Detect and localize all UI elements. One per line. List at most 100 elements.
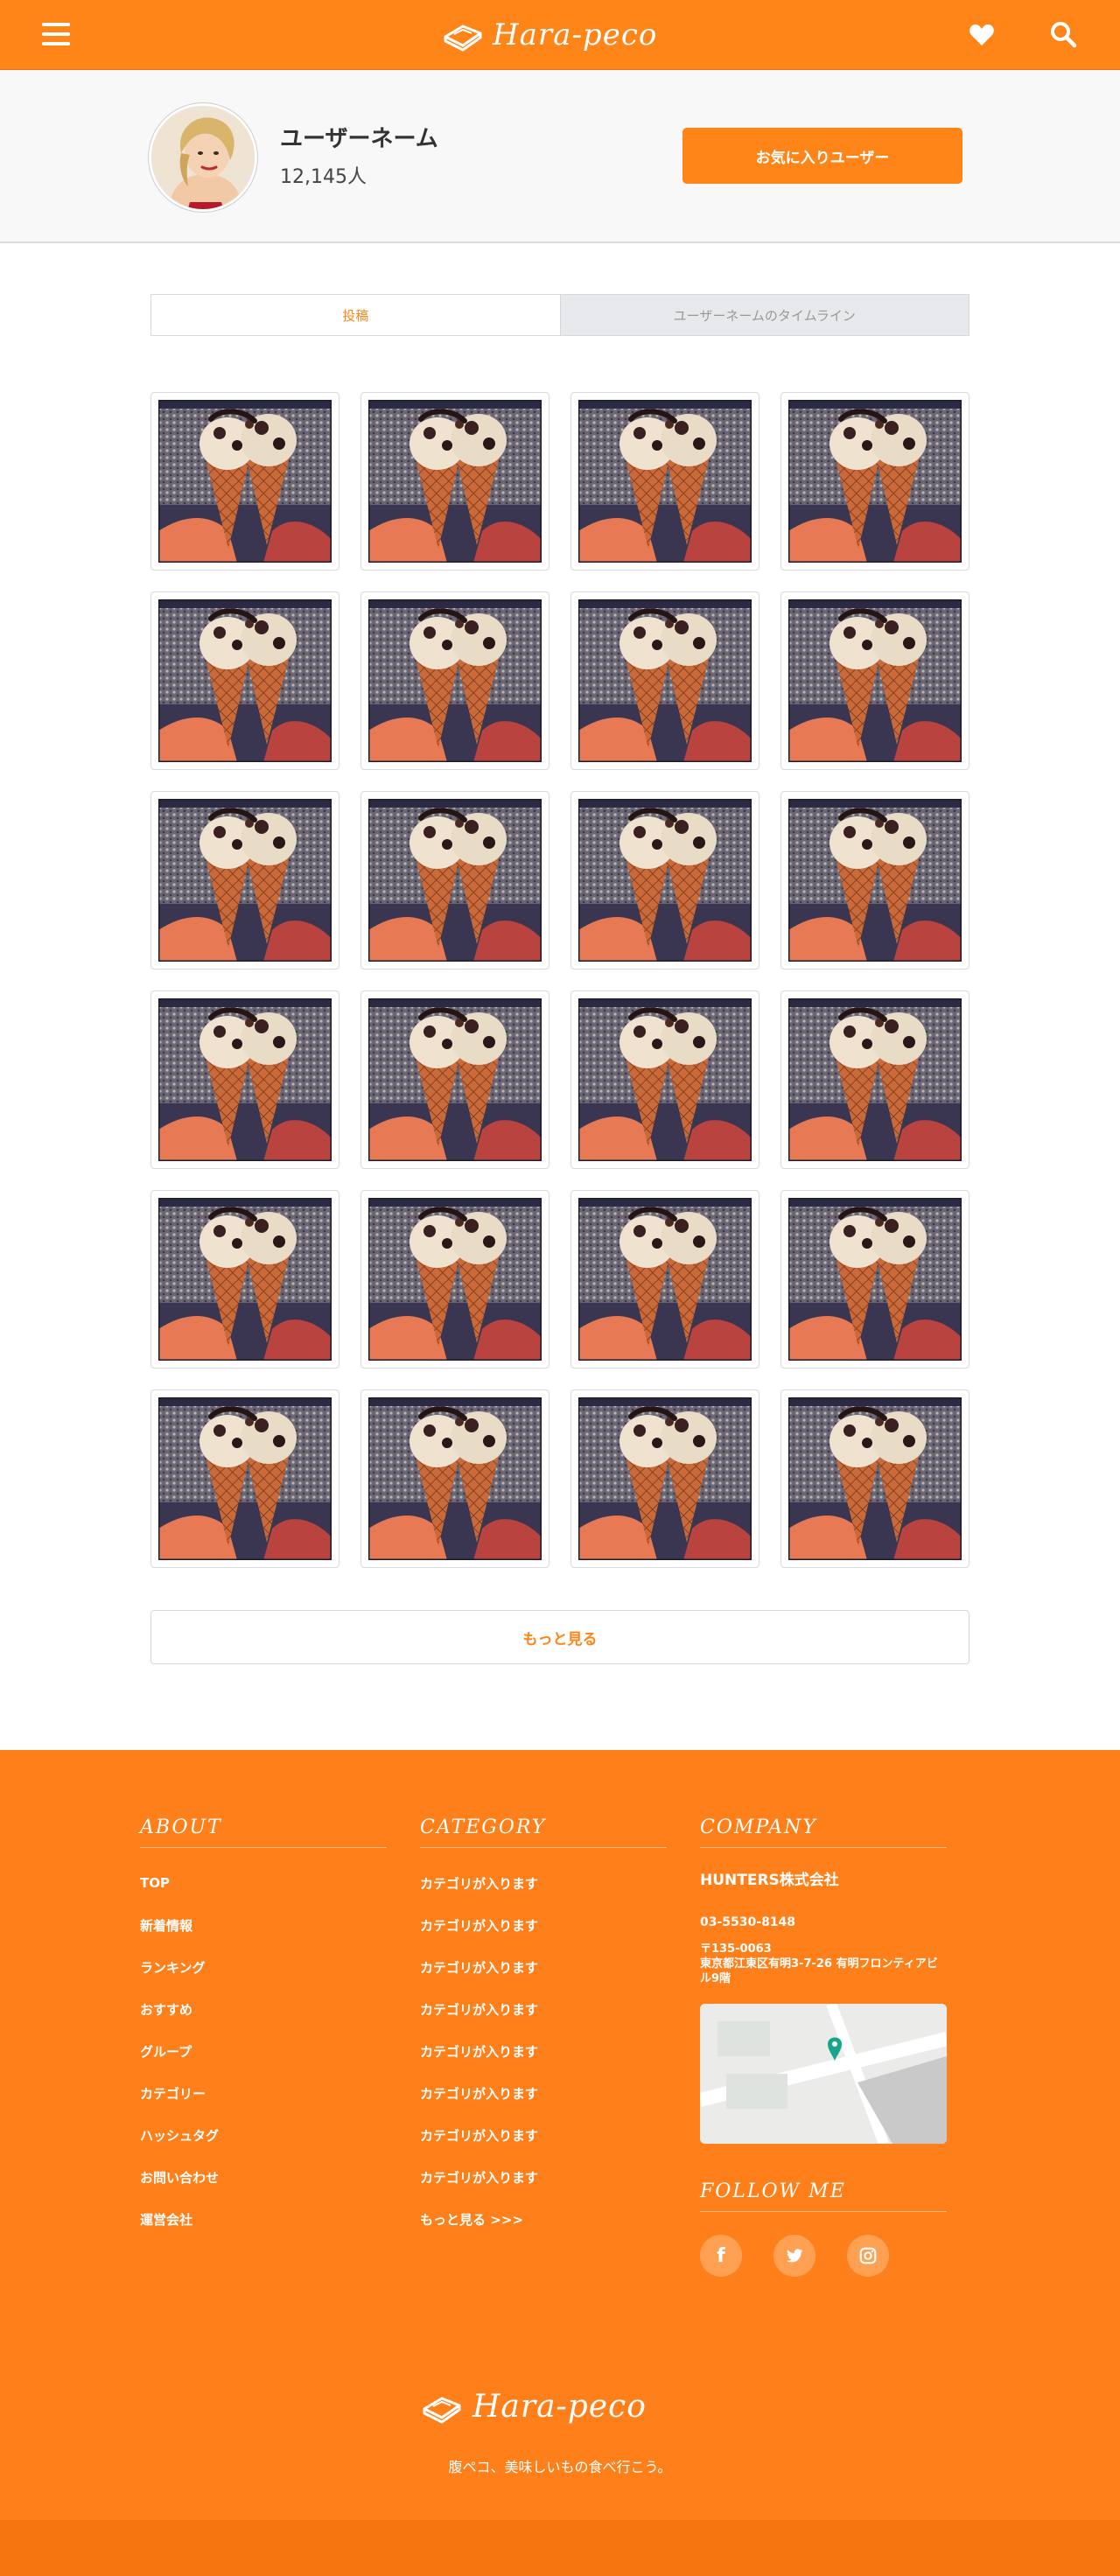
footer-about-title: ABOUT [140, 1816, 387, 1848]
twitter-icon[interactable] [774, 2235, 816, 2277]
footer-category-link[interactable]: もっと見る >>> [420, 2198, 667, 2240]
photo-tile[interactable] [570, 990, 760, 1169]
footer-company-title: COMPANY [700, 1816, 947, 1848]
ice-cream-photo [788, 1397, 962, 1560]
social-links: f [700, 2235, 947, 2277]
photo-grid [150, 392, 970, 1568]
hamburger-menu-icon[interactable] [42, 23, 70, 47]
footer-about-link[interactable]: TOP [140, 1862, 387, 1904]
logo-text: Hara-peco [493, 18, 658, 52]
photo-tile[interactable] [780, 990, 970, 1169]
search-icon[interactable] [1048, 19, 1078, 49]
company-map[interactable] [700, 2004, 947, 2144]
photo-tile[interactable] [150, 392, 340, 570]
photo-tile[interactable] [150, 1190, 340, 1368]
ice-cream-photo [368, 400, 542, 563]
footer-follow-title: FOLLOW ME [700, 2180, 947, 2212]
footer-category-link[interactable]: カテゴリが入ります [420, 1946, 667, 1988]
favorite-user-button[interactable]: お気に入りユーザー [682, 128, 962, 184]
photo-tile[interactable] [150, 791, 340, 970]
photo-tile[interactable] [360, 1190, 550, 1368]
photo-tile[interactable] [570, 592, 760, 770]
ice-cream-photo [788, 799, 962, 962]
footer-category-links: カテゴリが入ります カテゴリが入ります カテゴリが入ります カテゴリが入ります カテゴリ… [420, 1862, 667, 2240]
ice-cream-photo [578, 998, 752, 1161]
ice-cream-photo [158, 1198, 332, 1361]
photo-tile[interactable] [360, 990, 550, 1169]
footer-about-link[interactable]: グループ [140, 2030, 387, 2072]
photo-tile[interactable] [150, 592, 340, 770]
footer-category-link[interactable]: カテゴリが入ります [420, 1862, 667, 1904]
footer-about-link[interactable]: おすすめ [140, 1988, 387, 2030]
ice-cream-photo [368, 1397, 542, 1560]
footer-category-link[interactable]: カテゴリが入ります [420, 2114, 667, 2156]
ice-cream-photo [788, 400, 962, 563]
tab-timeline[interactable]: ユーザーネームのタイムライン [559, 295, 969, 335]
footer-category-title: CATEGORY [420, 1816, 667, 1848]
footer-about-link[interactable]: ランキング [140, 1946, 387, 1988]
company-name: HUNTERS株式会社 [700, 1872, 839, 1889]
avatar[interactable] [149, 103, 257, 212]
company-phone: 03-5530-8148 [700, 1915, 796, 1929]
photo-tile[interactable] [360, 592, 550, 770]
footer-about-link[interactable]: ハッシュタグ [140, 2114, 387, 2156]
ice-cream-photo [158, 998, 332, 1161]
ice-cream-photo [578, 799, 752, 962]
photo-tile[interactable] [780, 791, 970, 970]
footer-category-link[interactable]: カテゴリが入ります [420, 1988, 667, 2030]
ice-cream-photo [578, 1397, 752, 1560]
company-address: 〒135-0063 東京都江東区有明3-7-26 有明フロンティアビル9階 [700, 1942, 947, 1986]
footer-logo[interactable]: Hara-peco [420, 2389, 647, 2425]
footer-category-link[interactable]: カテゴリが入ります [420, 2156, 667, 2198]
book-logo-icon [444, 24, 482, 52]
footer-about-link[interactable]: 新着情報 [140, 1904, 387, 1946]
ice-cream-photo [578, 400, 752, 563]
photo-tile[interactable] [360, 791, 550, 970]
footer-about-link[interactable]: 運営会社 [140, 2198, 387, 2240]
footer-category-link[interactable]: カテゴリが入ります [420, 1904, 667, 1946]
photo-tile[interactable] [780, 592, 970, 770]
ice-cream-photo [578, 1198, 752, 1361]
ice-cream-photo [788, 599, 962, 762]
company-street-address: 東京都江東区有明3-7-26 有明フロンティアビル9階 [700, 1957, 938, 1985]
ice-cream-photo [368, 998, 542, 1161]
photo-tile[interactable] [780, 1390, 970, 1568]
site-logo[interactable]: Hara-peco [442, 15, 657, 55]
ice-cream-photo [158, 799, 332, 962]
ice-cream-photo [578, 599, 752, 762]
footer-about-column: ABOUT TOP 新着情報 ランキング おすすめ グループ カテゴリー ハッシュタグ お問い… [140, 1816, 387, 2240]
heart-icon[interactable] [968, 21, 996, 49]
photo-tile[interactable] [570, 392, 760, 570]
photo-tile[interactable] [360, 392, 550, 570]
photo-tile[interactable] [780, 392, 970, 570]
site-header: Hara-peco [0, 0, 1120, 70]
ice-cream-photo [368, 799, 542, 962]
photo-tile[interactable] [150, 1390, 340, 1568]
photo-tile[interactable] [150, 990, 340, 1169]
ice-cream-photo [788, 998, 962, 1161]
photo-tile[interactable] [570, 791, 760, 970]
footer-about-link[interactable]: お問い合わせ [140, 2156, 387, 2198]
load-more-button[interactable]: もっと見る [150, 1610, 970, 1664]
footer-category-link[interactable]: カテゴリが入ります [420, 2072, 667, 2114]
footer-tagline: 腹ペコ、美味しいもの食べ行こう。 [448, 2459, 672, 2475]
instagram-icon[interactable] [847, 2235, 889, 2277]
ice-cream-photo [158, 400, 332, 563]
footer-logo-text: Hara-peco [472, 2389, 647, 2425]
ice-cream-photo [368, 599, 542, 762]
site-footer: ABOUT TOP 新着情報 ランキング おすすめ グループ カテゴリー ハッシュタグ お問い… [0, 1750, 1120, 2576]
ice-cream-photo [158, 599, 332, 762]
facebook-icon[interactable]: f [700, 2235, 742, 2277]
ice-cream-photo [788, 1198, 962, 1361]
photo-tile[interactable] [570, 1390, 760, 1568]
footer-company-column: COMPANY HUNTERS株式会社 03-5530-8148 〒135-00… [700, 1816, 947, 2277]
book-logo-icon [423, 2397, 461, 2423]
tab-posts[interactable]: 投稿 [151, 295, 560, 335]
profile-section: ユーザーネーム 12,145人 お気に入りユーザー [0, 70, 1120, 243]
footer-about-link[interactable]: カテゴリー [140, 2072, 387, 2114]
footer-category-link[interactable]: カテゴリが入ります [420, 2030, 667, 2072]
photo-tile[interactable] [570, 1190, 760, 1368]
ice-cream-photo [368, 1198, 542, 1361]
photo-tile[interactable] [360, 1390, 550, 1568]
photo-tile[interactable] [780, 1190, 970, 1368]
